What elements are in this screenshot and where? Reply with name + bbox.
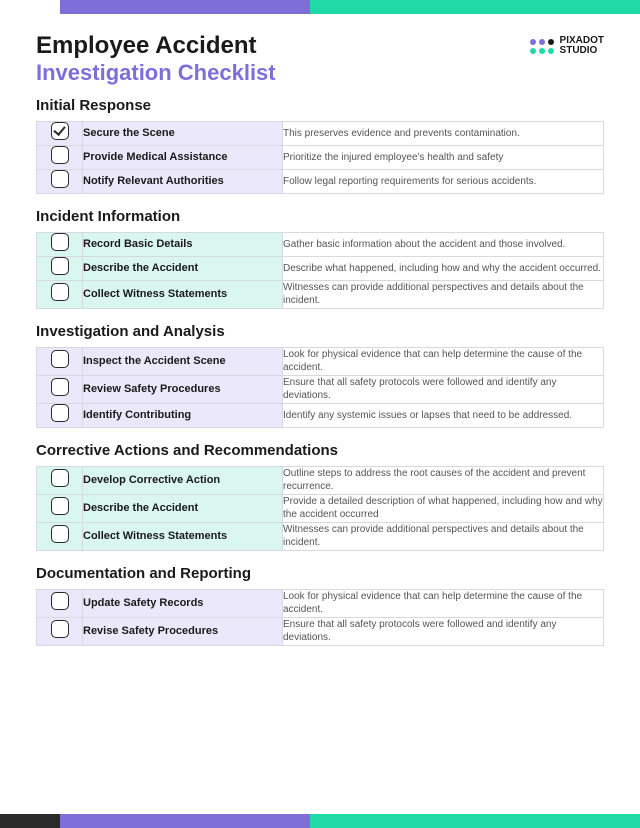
- table-row: Describe the AccidentDescribe what happe…: [37, 256, 604, 280]
- checklist-table: Develop Corrective ActionOutline steps t…: [36, 466, 604, 551]
- item-description: Follow legal reporting requirements for …: [283, 169, 604, 193]
- table-row: Review Safety ProceduresEnsure that all …: [37, 375, 604, 403]
- checkbox[interactable]: [51, 122, 69, 140]
- checkbox[interactable]: [51, 283, 69, 301]
- checklist-table: Secure the SceneThis preserves evidence …: [36, 121, 604, 194]
- table-row: Record Basic DetailsGather basic informa…: [37, 232, 604, 256]
- item-label: Develop Corrective Action: [83, 466, 283, 494]
- table-row: Collect Witness StatementsWitnesses can …: [37, 522, 604, 550]
- checkbox-cell: [37, 232, 83, 256]
- page-title-line1: Employee Accident: [36, 32, 276, 60]
- checkbox[interactable]: [51, 233, 69, 251]
- table-row: Describe the AccidentProvide a detailed …: [37, 494, 604, 522]
- item-description: This preserves evidence and prevents con…: [283, 121, 604, 145]
- item-description: Look for physical evidence that can help…: [283, 347, 604, 375]
- item-description: Ensure that all safety protocols were fo…: [283, 617, 604, 645]
- section: Investigation and Analysis Inspect the Ac…: [36, 323, 604, 428]
- checkbox-cell: [37, 121, 83, 145]
- item-label: Update Safety Records: [83, 589, 283, 617]
- checkbox-cell: [37, 466, 83, 494]
- item-label: Provide Medical Assistance: [83, 145, 283, 169]
- item-label: Describe the Accident: [83, 256, 283, 280]
- checklist-table: Record Basic DetailsGather basic informa…: [36, 232, 604, 309]
- item-label: Review Safety Procedures: [83, 375, 283, 403]
- checkbox-cell: [37, 522, 83, 550]
- table-row: Provide Medical AssistancePrioritize the…: [37, 145, 604, 169]
- item-description: Describe what happened, including how an…: [283, 256, 604, 280]
- checkbox[interactable]: [51, 497, 69, 515]
- page-content: Employee Accident Investigation Checklis…: [0, 14, 640, 680]
- item-description: Witnesses can provide additional perspec…: [283, 522, 604, 550]
- checkbox[interactable]: [51, 378, 69, 396]
- checkbox[interactable]: [51, 146, 69, 164]
- logo-dots-icon: [530, 39, 554, 54]
- section-title: Incident Information: [36, 208, 604, 225]
- header: Employee Accident Investigation Checklis…: [36, 32, 604, 85]
- table-row: Collect Witness StatementsWitnesses can …: [37, 280, 604, 308]
- item-label: Secure the Scene: [83, 121, 283, 145]
- checkbox-cell: [37, 403, 83, 427]
- table-row: Develop Corrective ActionOutline steps t…: [37, 466, 604, 494]
- checkbox-cell: [37, 375, 83, 403]
- checkbox-cell: [37, 145, 83, 169]
- checkbox[interactable]: [51, 257, 69, 275]
- table-row: Identify ContributingIdentify any system…: [37, 403, 604, 427]
- section: Incident Information Record Basic Details…: [36, 208, 604, 309]
- checkbox-cell: [37, 347, 83, 375]
- checklist-table: Update Safety RecordsLook for physical e…: [36, 589, 604, 646]
- section-title: Investigation and Analysis: [36, 323, 604, 340]
- section-title: Documentation and Reporting: [36, 565, 604, 582]
- checkbox[interactable]: [51, 350, 69, 368]
- page-title-line2: Investigation Checklist: [36, 60, 276, 85]
- top-accent-bar: [0, 0, 640, 14]
- item-label: Inspect the Accident Scene: [83, 347, 283, 375]
- table-row: Notify Relevant AuthoritiesFollow legal …: [37, 169, 604, 193]
- item-description: Ensure that all safety protocols were fo…: [283, 375, 604, 403]
- item-label: Record Basic Details: [83, 232, 283, 256]
- checkbox[interactable]: [51, 592, 69, 610]
- table-row: Update Safety RecordsLook for physical e…: [37, 589, 604, 617]
- item-description: Look for physical evidence that can help…: [283, 589, 604, 617]
- item-description: Prioritize the injured employee's health…: [283, 145, 604, 169]
- item-label: Revise Safety Procedures: [83, 617, 283, 645]
- checklist-table: Inspect the Accident SceneLook for physi…: [36, 347, 604, 428]
- checkbox[interactable]: [51, 404, 69, 422]
- checkbox-cell: [37, 256, 83, 280]
- item-label: Identify Contributing: [83, 403, 283, 427]
- section-title: Initial Response: [36, 97, 604, 114]
- section-title: Corrective Actions and Recommendations: [36, 442, 604, 459]
- checkbox[interactable]: [51, 525, 69, 543]
- checkbox[interactable]: [51, 620, 69, 638]
- bottom-accent-bar: [0, 814, 640, 828]
- section: Documentation and Reporting Update Safety…: [36, 565, 604, 646]
- table-row: Secure the SceneThis preserves evidence …: [37, 121, 604, 145]
- brand-logo: PIXADOT STUDIO: [530, 36, 604, 56]
- checkbox-cell: [37, 280, 83, 308]
- section: Initial Response Secure the SceneThis pre…: [36, 97, 604, 194]
- checkbox-cell: [37, 494, 83, 522]
- checkbox[interactable]: [51, 469, 69, 487]
- checkbox[interactable]: [51, 170, 69, 188]
- item-label: Describe the Accident: [83, 494, 283, 522]
- item-description: Identify any systemic issues or lapses t…: [283, 403, 604, 427]
- brand-name: PIXADOT STUDIO: [560, 36, 604, 56]
- checkbox-cell: [37, 169, 83, 193]
- table-row: Inspect the Accident SceneLook for physi…: [37, 347, 604, 375]
- item-label: Collect Witness Statements: [83, 280, 283, 308]
- item-description: Gather basic information about the accid…: [283, 232, 604, 256]
- checkbox-cell: [37, 589, 83, 617]
- section: Corrective Actions and Recommendations De…: [36, 442, 604, 551]
- item-description: Witnesses can provide additional perspec…: [283, 280, 604, 308]
- checkbox-cell: [37, 617, 83, 645]
- table-row: Revise Safety ProceduresEnsure that all …: [37, 617, 604, 645]
- item-description: Outline steps to address the root causes…: [283, 466, 604, 494]
- item-description: Provide a detailed description of what h…: [283, 494, 604, 522]
- title-block: Employee Accident Investigation Checklis…: [36, 32, 276, 85]
- item-label: Notify Relevant Authorities: [83, 169, 283, 193]
- item-label: Collect Witness Statements: [83, 522, 283, 550]
